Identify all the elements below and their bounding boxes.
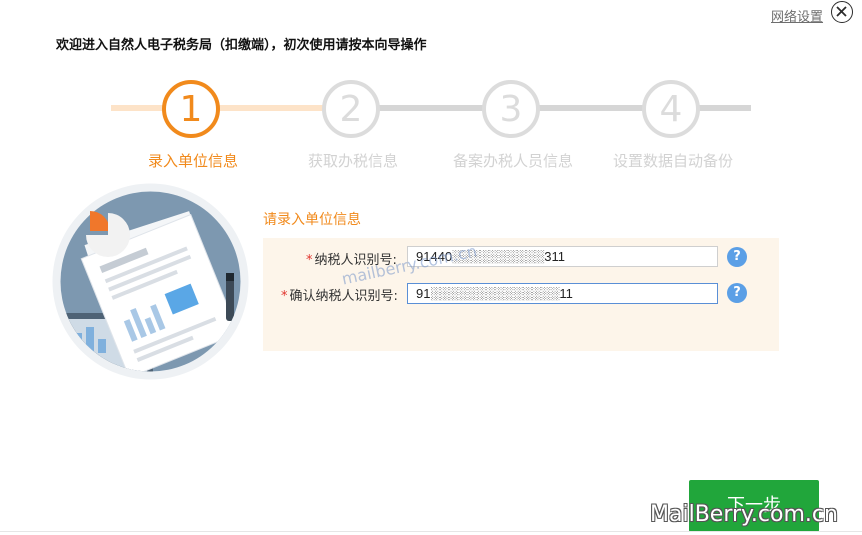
step-3-circle[interactable]: 3 [482,80,540,138]
section-title: 请录入单位信息 [263,212,361,228]
network-settings-link[interactable]: 网络设置 [771,6,823,25]
step-2-circle[interactable]: 2 [322,80,380,138]
step-1-circle[interactable]: 1 [162,80,220,138]
close-icon [836,6,847,17]
confirm-taxpayer-id-input[interactable] [407,283,718,304]
step-1-label: 录入单位信息 [147,152,238,170]
watermark: MailBerry.com.cn [650,502,838,527]
required-mark: * [281,289,288,304]
required-mark: * [306,253,313,268]
confirm-taxpayer-id-label: * 确认纳税人识别号: [281,285,398,304]
confirm-taxpayer-id-label-text: 确认纳税人识别号: [289,289,398,304]
confirm-taxpayer-id-help-icon[interactable]: ? [727,283,747,303]
setup-wizard-window: 网络设置 欢迎进入自然人电子税务局（扣缴端），初次使用请按本向导操作 1 2 3… [0,0,862,535]
close-button[interactable] [831,1,853,23]
step-4-circle[interactable]: 4 [642,80,700,138]
step-2-label: 获取办税信息 [307,152,398,170]
taxpayer-id-help-icon[interactable]: ? [727,247,747,267]
step-4-label: 设置数据自动备份 [612,152,733,170]
bottom-divider [0,531,862,532]
step-3-label: 备案办税人员信息 [452,152,573,170]
welcome-text: 欢迎进入自然人电子税务局（扣缴端），初次使用请按本向导操作 [56,38,427,53]
document-illustration [52,183,249,380]
